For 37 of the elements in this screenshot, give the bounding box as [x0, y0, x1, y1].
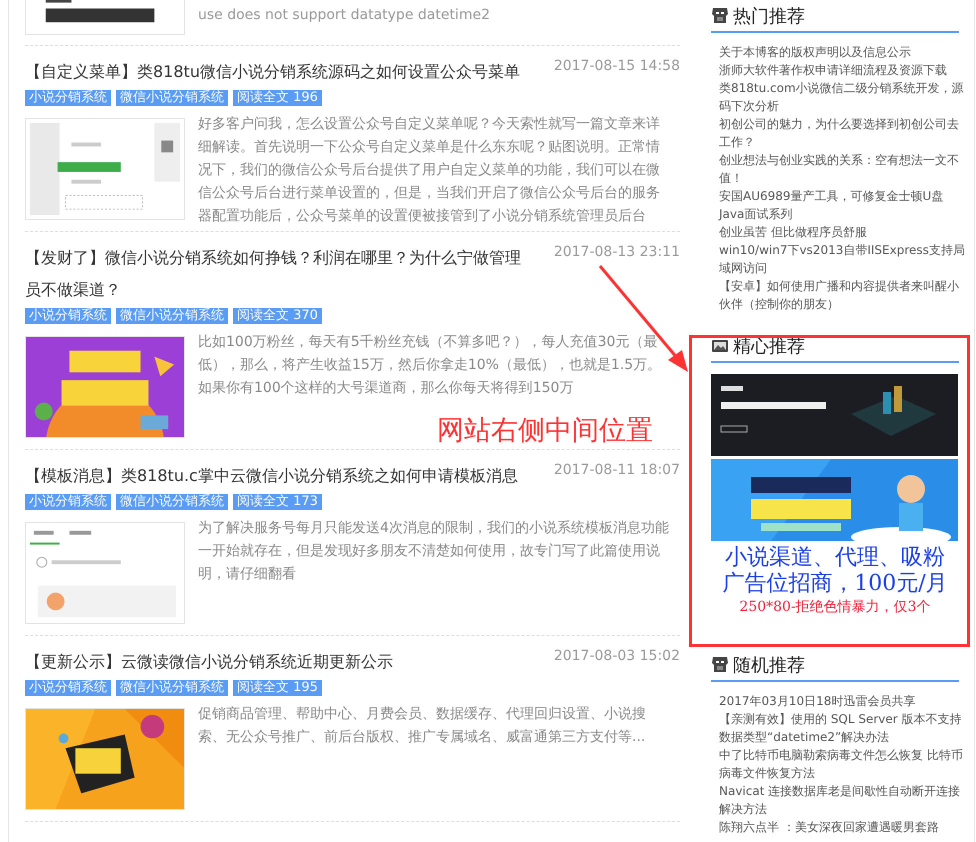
post-date: 2017-08-13 23:11 [554, 243, 680, 262]
post-excerpt: use does not support datatype datetime2 [198, 6, 491, 25]
article-link[interactable]: 创业虽苦 但比做程序员舒服 [719, 223, 965, 241]
article-link[interactable]: 关于本博客的版权声明以及信息公示 [719, 43, 965, 61]
robot-head-icon [711, 656, 729, 674]
ad-text[interactable]: 小说渠道、代理、吸粉 [725, 545, 945, 571]
post-excerpt: 好多客户问我，怎么设置公众号自定义菜单呢？今天索性就写一篇文章来详细解读。首先说明一下公众号自定义菜单是什么东东呢？贴图说明。正常情况下，我们的微信公众号后台提供了用户自定义菜单的功能，我们可以在微信公众号后台进行菜单设置的，但是，当我们开启了微信公众号后台的服务器配置功能后，公众号菜单的设置便被接管到了小说分销系统管理员后台 [198, 115, 661, 226]
post-excerpt: 促销商品管理、帮助中心、月费会员、数据缓存、代理回归设置、小说搜索、无公众号推广、前后台版权、推广专属域名、威富通第三方支付等... [198, 705, 647, 747]
article-link[interactable]: Navicat 连接数据库老是间歇性自动断开连接解决方法 [719, 782, 965, 818]
post-excerpt: 为了解决服务号每月只能发送4次消息的限制，我们的小说系统模板消息功能一开始就存在，但是发现好多朋友不清楚如何使用，故专门写了此篇使用说明，请仔细翻看 [198, 519, 670, 584]
article-link[interactable]: 类818tu.com小说微信二级分销系统开发，源码下次分析 [719, 79, 965, 115]
post-title[interactable]: 【自定义菜单】类818tu微信小说分销系统源码之如何设置公众号菜单 [25, 56, 525, 88]
article-link[interactable]: win10/win7下vs2013自带IISExpress支持局域网访问 [719, 241, 965, 277]
post-date: 2017-08-03 15:02 [554, 647, 680, 666]
section-title: 精心推荐 [733, 334, 805, 358]
robot-head-icon [711, 6, 729, 24]
ad-note: 250*80-拒绝色情暴力，仅3个 [739, 598, 931, 617]
article-link[interactable]: 浙师大软件著作权申请详细流程及资源下载 [719, 61, 965, 79]
section-title: 随机推荐 [733, 654, 805, 676]
article-link[interactable]: 【亲测有效】使用的 SQL Server 版本不支持数据类型“datetime2”解决办法 [719, 710, 965, 746]
article-link[interactable]: Java面试系列 [719, 205, 965, 223]
post-excerpt: 比如100万粉丝，每天有5千粉丝充钱（不算多吧？），每人充值30元（最低），那么，将产生收益15万，然后你拿走10%（最低），也就是1.5万。如果你有100个这样的大号渠道商，那么你每天将得到150万 [198, 333, 662, 398]
article-link[interactable]: 陈翔六点半 ：美女深夜回家遭遇暖男套路 [719, 818, 965, 836]
section-title: 热门推荐 [733, 4, 805, 28]
article-link[interactable]: 2017年03月10日18时迅雷会员共享 [719, 692, 965, 710]
post-date: 2017-08-15 14:58 [554, 57, 680, 76]
article-link[interactable]: 创业想法与创业实践的关系：空有想法一文不值！ [719, 151, 965, 187]
ad-text[interactable]: 广告位招商，100元/月 [722, 571, 948, 597]
post-title[interactable]: 【模板消息】类818tu.c掌中云微信小说分销系统之如何申请模板消息 [25, 460, 525, 492]
article-link[interactable]: 初创公司的魅力，为什么要选择到初创公司去工作？ [719, 115, 965, 151]
article-link[interactable]: 安国AU6989量产工具，可修复金士顿U盘 [719, 187, 965, 205]
post-title[interactable]: 【发财了】微信小说分销系统如何挣钱？利润在哪里？为什么宁做管理员不做渠道？ [25, 242, 525, 306]
annotation-text: 网站右侧中间位置 [437, 414, 653, 448]
article-link[interactable]: 中了比特币电脑勒索病毒文件怎么恢复 比特币病毒文件恢复方法 [719, 746, 965, 782]
article-link[interactable]: 【安卓】如何使用广播和内容提供者来叫醒小伙伴（控制你的朋友） [719, 277, 965, 313]
post-title[interactable]: 【更新公示】云微读微信小说分销系统近期更新公示 [25, 646, 525, 678]
post-date: 2017-08-11 18:07 [554, 461, 680, 480]
